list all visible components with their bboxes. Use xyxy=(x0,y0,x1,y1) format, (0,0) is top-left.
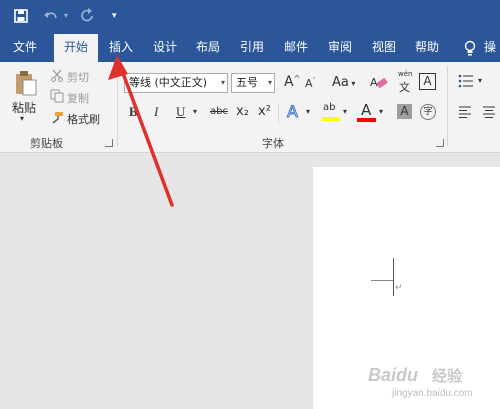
annotation-arrow xyxy=(108,55,174,207)
watermark-cn: 经验 xyxy=(432,368,463,385)
watermark-brand: Baidu xyxy=(368,365,419,385)
watermark-url: jingyan.baidu.com xyxy=(392,388,473,399)
